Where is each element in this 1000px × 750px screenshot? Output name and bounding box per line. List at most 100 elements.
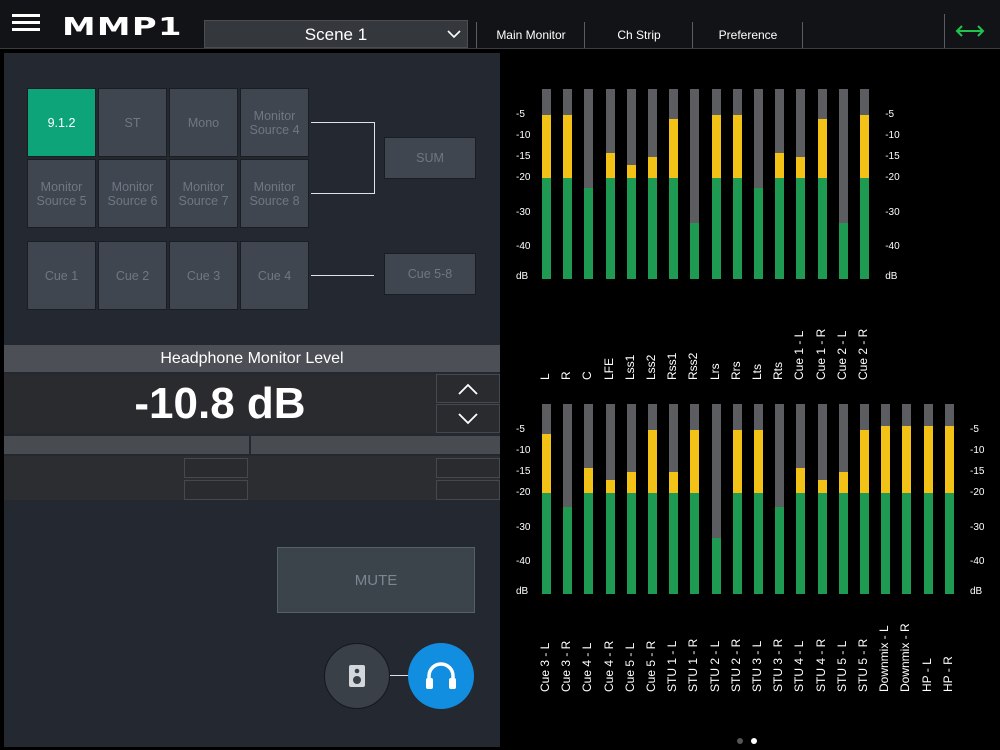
chevron-up-icon: [458, 383, 478, 395]
source-button-mono[interactable]: Mono: [169, 88, 238, 157]
level-down-button[interactable]: [436, 404, 500, 433]
strip-control[interactable]: [184, 458, 248, 478]
mute-label: MUTE: [354, 571, 398, 589]
meter-bar-green: [584, 188, 594, 279]
meter-bar-yellow: [796, 157, 806, 178]
speaker-button[interactable]: [324, 643, 390, 709]
tab-main-monitor[interactable]: Main Monitor: [476, 22, 585, 48]
tab-ch-strip[interactable]: Ch Strip: [584, 22, 693, 48]
channel-label-text: STU 1 - R: [686, 638, 701, 692]
source-label: Monitor Source 7: [178, 179, 229, 208]
source-button-st[interactable]: ST: [98, 88, 167, 157]
cue-button-4[interactable]: Cue 4: [240, 241, 309, 310]
level-up-button[interactable]: [436, 374, 500, 403]
source-label: Monitor Source 8: [249, 179, 300, 208]
channel-label-text: STU 5 - L: [834, 640, 849, 692]
mute-button[interactable]: MUTE: [277, 547, 475, 613]
meter-bar-green: [754, 188, 763, 279]
meter-bar-yellow: [860, 115, 869, 178]
control-strip: [4, 456, 500, 500]
meter-scale-label: -30: [885, 206, 900, 218]
channel-label: STU 5 - L: [835, 602, 851, 692]
meter-scale-label: -30: [516, 206, 531, 218]
strip-control[interactable]: [436, 480, 500, 500]
menu-icon[interactable]: [12, 10, 40, 36]
chevron-down-icon: [447, 30, 461, 39]
meter-bar-green: [648, 493, 657, 594]
tab-label: Main Monitor: [496, 28, 566, 42]
channel-label-text: C: [580, 371, 595, 380]
connector-line: [374, 122, 375, 194]
channel-label: STU 3 - L: [750, 602, 766, 692]
channel-label: Cue 5 - L: [623, 602, 639, 692]
meter-bar-yellow: [648, 430, 657, 493]
meter-unit-label: dB: [516, 586, 529, 597]
channel-label-text: Rss2: [686, 352, 701, 380]
meter-bar-green: [711, 178, 721, 279]
meter-bar-green: [860, 178, 869, 279]
meter-bar-green: [732, 493, 742, 594]
meter-bar-green: [690, 222, 700, 279]
channel-label: Rss2: [686, 290, 702, 380]
meter-bar-yellow: [648, 157, 657, 178]
meter-bar-green: [817, 178, 827, 279]
headphones-button[interactable]: [408, 643, 474, 709]
channel-label-text: Cue 4 - R: [601, 640, 616, 692]
strip-control[interactable]: [436, 458, 500, 478]
channel-label-text: STU 5 - R: [856, 638, 870, 692]
tab-preference[interactable]: Preference: [692, 22, 803, 48]
meter-bar-yellow: [902, 426, 912, 493]
cue-button-2[interactable]: Cue 2: [98, 241, 167, 310]
level-fader-left[interactable]: [4, 436, 249, 454]
source-button-7[interactable]: Monitor Source 7: [169, 159, 238, 228]
strip-control[interactable]: [184, 480, 248, 500]
meter-bar-yellow: [732, 430, 742, 493]
channel-label: Rss1: [665, 290, 681, 380]
sum-button[interactable]: SUM: [384, 137, 476, 179]
source-button-4[interactable]: Monitor Source 4: [240, 88, 309, 157]
level-fader-right[interactable]: [251, 436, 500, 454]
channel-label-text: HP - L: [919, 658, 934, 692]
meter-bar-green: [626, 178, 636, 279]
channel-label: Lss1: [623, 290, 639, 380]
level-display[interactable]: -10.8 dB: [4, 374, 436, 434]
channel-label: STU 1 - R: [686, 602, 702, 692]
scene-select[interactable]: Scene 1: [204, 20, 468, 48]
meter-bar-green: [669, 493, 679, 594]
channel-label-text: Cue 5 - R: [644, 640, 658, 692]
source-button-6[interactable]: Monitor Source 6: [98, 159, 167, 228]
meter-bar-green: [817, 493, 827, 594]
meter-bar-yellow: [923, 426, 933, 493]
channel-label-text: HP - R: [940, 656, 955, 692]
source-button-5[interactable]: Monitor Source 5: [27, 159, 96, 228]
channel-label-text: Cue 1 - R: [813, 328, 828, 380]
channel-label: Cue 2 - R: [856, 290, 872, 380]
page-dot[interactable]: [737, 738, 743, 744]
source-button-9-1-2[interactable]: 9.1.2: [27, 88, 96, 157]
meter-bar-yellow: [817, 119, 827, 178]
link-icon[interactable]: [944, 14, 1000, 48]
meter-bar-green: [542, 178, 551, 279]
meter-bar-green: [838, 493, 848, 594]
channel-label-text: Cue 1 - L: [792, 330, 807, 380]
source-button-8[interactable]: Monitor Source 8: [240, 159, 309, 228]
meter-bar-green: [605, 178, 615, 279]
channel-label: Lrs: [708, 290, 724, 380]
channel-label: Downmix - R: [898, 602, 914, 692]
channel-label: Cue 1 - R: [814, 290, 830, 380]
channel-label: HP - R: [941, 602, 957, 692]
source-label: Monitor Source 6: [107, 179, 158, 208]
cue-5-8-button[interactable]: Cue 5-8: [384, 253, 476, 295]
cue-button-3[interactable]: Cue 3: [169, 241, 238, 310]
top-bar: MMP1 Scene 1 Main Monitor Ch Strip Prefe…: [0, 0, 1000, 49]
channel-label-text: Cue 3 - R: [559, 640, 574, 692]
meter-bar-yellow: [605, 152, 615, 178]
meter-bar-green: [796, 178, 806, 279]
meter-bar-green: [584, 493, 594, 594]
cue-button-1[interactable]: Cue 1: [27, 241, 96, 310]
page-indicator[interactable]: [737, 731, 765, 749]
page-dot-current[interactable]: [751, 738, 757, 744]
channel-label-text: Cue 3 - L: [538, 642, 552, 692]
tab-empty: [802, 22, 945, 48]
channel-label: Cue 4 - L: [580, 602, 596, 692]
